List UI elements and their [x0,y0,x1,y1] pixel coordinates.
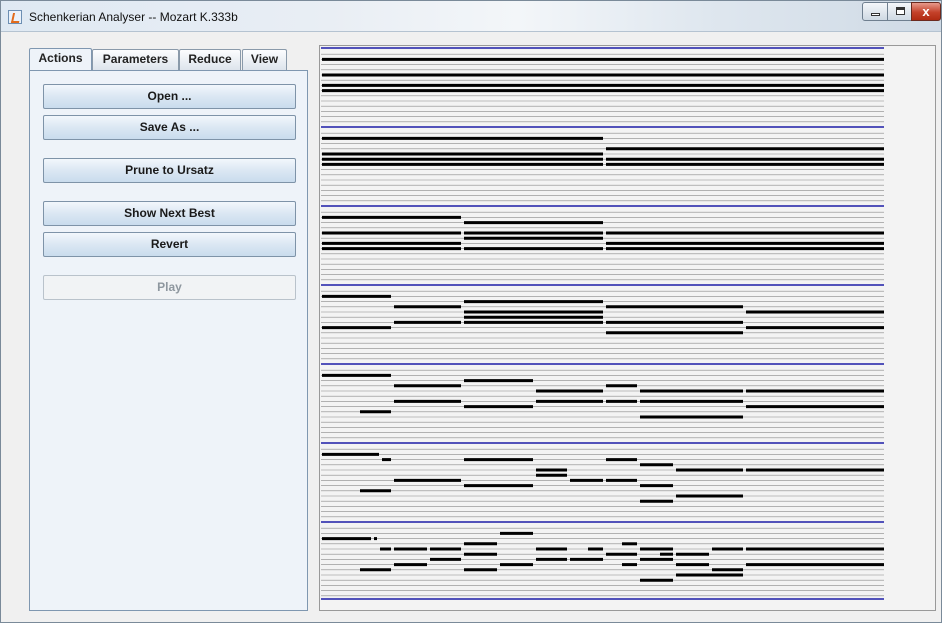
app-window: Schenkerian Analyser -- Mozart K.333b x … [0,0,942,623]
open-button[interactable]: Open ... [43,84,296,109]
prune-to-ursatz-button[interactable]: Prune to Ursatz [43,158,296,183]
save-as-button[interactable]: Save As ... [43,115,296,140]
actions-panel: Open ... Save As ... Prune to Ursatz Sho… [29,70,308,611]
minimize-button[interactable] [862,2,888,21]
tab-parameters[interactable]: Parameters [92,49,179,70]
control-panel: Actions Parameters Reduce View Open ... … [21,41,311,611]
maximize-button[interactable] [887,2,912,21]
maximize-icon [896,7,905,15]
title-bar[interactable]: Schenkerian Analyser -- Mozart K.333b x [1,1,941,32]
window-title: Schenkerian Analyser -- Mozart K.333b [29,10,238,24]
play-button[interactable]: Play [43,275,296,300]
reduction-graph[interactable] [321,46,886,608]
show-next-best-button[interactable]: Show Next Best [43,201,296,226]
tab-view[interactable]: View [242,49,287,70]
tab-reduce[interactable]: Reduce [179,49,241,70]
close-icon: x [922,4,930,19]
minimize-icon [871,13,880,16]
revert-button[interactable]: Revert [43,232,296,257]
tab-actions[interactable]: Actions [29,48,92,70]
java-app-icon [8,10,22,24]
close-button[interactable]: x [911,2,941,21]
